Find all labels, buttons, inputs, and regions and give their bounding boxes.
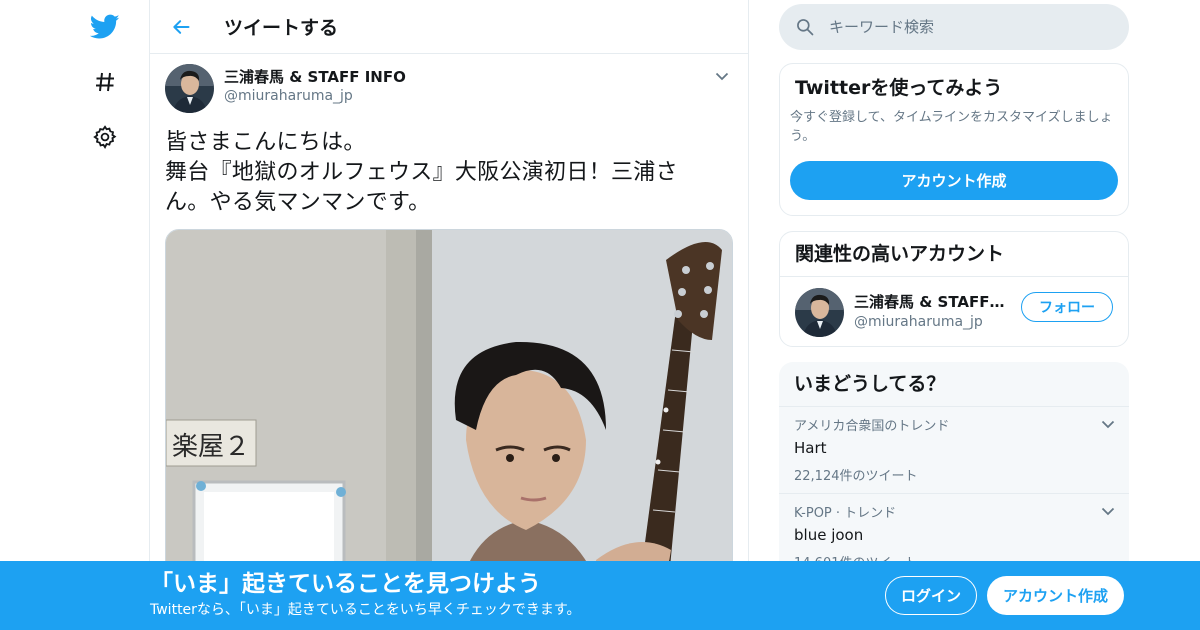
- tweet-photo[interactable]: 楽屋２: [165, 229, 733, 609]
- hashtag-icon: [96, 72, 114, 92]
- signup-card-title: Twitterを使ってみよう: [795, 77, 1003, 99]
- trend-count: 22,124件のツイート: [794, 469, 918, 484]
- dressing-room-sign: 楽屋２: [172, 432, 250, 462]
- tweet-text-line: 皆さまこんにちは。: [165, 130, 366, 155]
- tweet-text-line: ん。やる気マンマンです。: [165, 190, 431, 215]
- chevron-down-icon[interactable]: [1101, 419, 1115, 429]
- twitter-home-link[interactable]: [80, 2, 130, 52]
- gear-icon: [93, 125, 117, 149]
- tweet-menu-button[interactable]: [710, 64, 734, 88]
- search-box[interactable]: [779, 4, 1129, 50]
- search-input[interactable]: [829, 18, 1099, 36]
- tweet-text: 皆さまこんにちは。 舞台『地獄のオルフェウス』大阪公演初日！三浦さ ん。やる気マ…: [165, 128, 733, 218]
- back-button[interactable]: [150, 0, 212, 54]
- tweet: 三浦春馬 & STAFF INFO @miuraharuma_jp 皆さまこんに…: [150, 54, 748, 609]
- login-button[interactable]: ログイン: [885, 576, 977, 615]
- avatar-image: [795, 287, 844, 337]
- trend-context: アメリカ合衆国のトレンド: [794, 419, 950, 434]
- avatar[interactable]: [165, 64, 214, 113]
- tweet-text-line: 舞台『地獄のオルフェウス』大阪公演初日！三浦さ: [165, 160, 678, 185]
- trend-name: Hart: [794, 439, 827, 457]
- signup-card: Twitterを使ってみよう 今すぐ登録して、タイムラインをカスタマイズしましょ…: [779, 63, 1129, 216]
- author-handle[interactable]: @miuraharuma_jp: [224, 86, 406, 106]
- follow-button[interactable]: フォロー: [1021, 292, 1113, 322]
- avatar-image: [165, 64, 214, 113]
- signup-card-description: 今すぐ登録して、タイムラインをカスタマイズしましょう。: [790, 110, 1113, 144]
- page: ツイートする 三浦春馬 & STAFF INFO @miuraharuma_jp…: [0, 0, 1200, 630]
- signup-prompt-subtitle: Twitterなら、「いま」起きていることをいち早くチェックできます。: [150, 602, 581, 618]
- related-accounts-title: 関連性の高いアカウント: [780, 232, 1128, 277]
- related-account-name[interactable]: 三浦春馬 & STAFF I...: [854, 293, 1009, 312]
- trend-name: blue joon: [794, 526, 864, 544]
- main-column: ツイートする 三浦春馬 & STAFF INFO @miuraharuma_jp…: [149, 0, 749, 630]
- trends-title: いまどうしてる？: [779, 362, 1129, 407]
- signup-prompt-bar: 「いま」起きていることを見つけよう Twitterなら、「いま」起きていることを…: [0, 561, 1200, 630]
- trend-item[interactable]: アメリカ合衆国のトレンド Hart 22,124件のツイート: [779, 407, 1129, 494]
- page-title: ツイートする: [224, 17, 339, 39]
- create-account-button[interactable]: アカウント作成: [790, 161, 1118, 200]
- avatar[interactable]: [795, 287, 844, 337]
- related-account-handle[interactable]: @miuraharuma_jp: [854, 312, 1009, 332]
- related-account-row[interactable]: 三浦春馬 & STAFF I... @miuraharuma_jp フォロー: [780, 277, 1128, 347]
- tweet-author: 三浦春馬 & STAFF INFO @miuraharuma_jp: [224, 68, 406, 106]
- tweet-header: 三浦春馬 & STAFF INFO @miuraharuma_jp: [165, 64, 733, 114]
- settings-link[interactable]: [80, 112, 130, 162]
- explore-link[interactable]: [80, 57, 130, 107]
- photo-image: 楽屋２: [166, 230, 732, 608]
- create-account-button[interactable]: アカウント作成: [987, 576, 1124, 615]
- arrow-left-icon: [173, 19, 190, 34]
- twitter-bird-icon: [90, 14, 120, 39]
- page-header: ツイートする: [150, 0, 748, 54]
- author-name[interactable]: 三浦春馬 & STAFF INFO: [224, 68, 406, 86]
- signup-prompt-title: 「いま」起きていることを見つけよう: [150, 571, 541, 597]
- chevron-down-icon[interactable]: [1101, 506, 1115, 516]
- related-accounts-card: 関連性の高いアカウント 三浦春馬 & STAFF I... @miuraharu…: [779, 231, 1129, 347]
- chevron-down-icon: [715, 72, 729, 81]
- related-account-info: 三浦春馬 & STAFF I... @miuraharuma_jp: [854, 293, 1009, 332]
- trend-context: K-POP · トレンド: [794, 506, 897, 521]
- search-icon: [797, 19, 814, 36]
